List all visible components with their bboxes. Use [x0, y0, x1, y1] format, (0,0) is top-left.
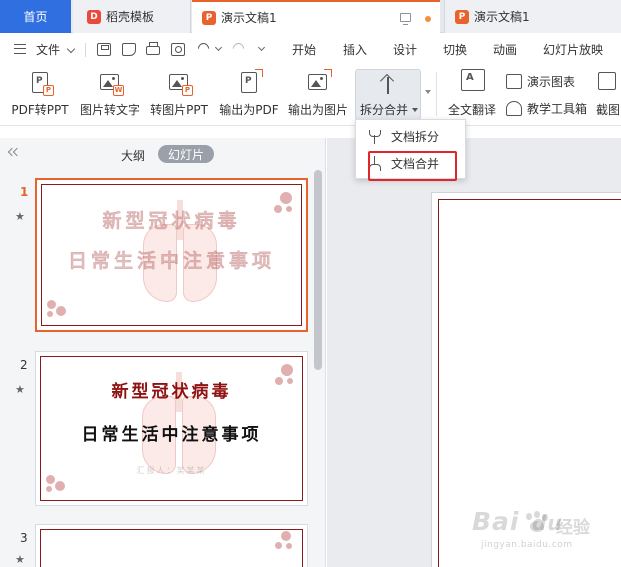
menu-file[interactable]: 文件: [36, 41, 60, 58]
export-image-button[interactable]: 输出为图片: [287, 68, 349, 122]
star-icon: ★: [15, 210, 25, 223]
tab-home-label: 首页: [23, 10, 48, 24]
slide-thumbnail-3[interactable]: [35, 524, 308, 567]
export-pdf-button[interactable]: P 输出为PDF: [218, 68, 280, 122]
slide-number: 2: [20, 358, 28, 372]
watermark-brand: Bai: [472, 507, 520, 536]
pdf-to-ppt-label: PDF转PPT: [11, 103, 69, 117]
chart-icon: [506, 74, 522, 89]
thumbnail-scrollbar[interactable]: [314, 170, 322, 370]
show-chart-button[interactable]: 演示图表: [506, 73, 575, 90]
menu-animation[interactable]: 动画: [493, 41, 517, 58]
unsaved-indicator-icon: [425, 16, 431, 22]
tab-active-document[interactable]: P 演示文稿1: [192, 0, 440, 33]
star-icon: ★: [15, 553, 25, 566]
menu-home[interactable]: 开始: [292, 41, 316, 58]
docer-logo-icon: D: [87, 9, 101, 24]
divider: [436, 72, 437, 116]
slide-number: 1: [20, 185, 29, 199]
menu-insert[interactable]: 插入: [343, 41, 367, 58]
to-image-ppt-label: 转图片PPT: [150, 103, 208, 117]
tab-docer-templates[interactable]: D 稻壳模板: [73, 0, 191, 33]
export-icon[interactable]: [122, 43, 136, 56]
to-image-ppt-icon: P: [167, 71, 193, 96]
virus-icon: [45, 298, 67, 322]
slide-title: 新型冠状病毒: [102, 210, 241, 232]
to-image-ppt-button[interactable]: P 转图片PPT: [149, 68, 209, 122]
highlight-annotation-box: [368, 151, 457, 181]
teaching-tools-label: 教学工具箱: [527, 102, 588, 116]
ribbon-more-icon[interactable]: [425, 90, 431, 94]
divider: [85, 43, 86, 57]
pdf-to-ppt-icon: P P: [28, 71, 54, 96]
screenshot-icon[interactable]: [598, 72, 616, 90]
pdf-to-ppt-button[interactable]: P P PDF转PPT: [11, 68, 69, 122]
slide-edit-area[interactable]: [327, 138, 621, 567]
redo-icon[interactable]: [230, 40, 247, 57]
star-icon: ★: [15, 383, 25, 396]
slide-title: 新型冠状病毒: [111, 382, 232, 402]
tab-other-document[interactable]: P 演示文稿1: [444, 0, 621, 33]
slide-thumbnail-2[interactable]: 新型冠状病毒 日常生活中注意事项 汇报人：某某某: [35, 351, 308, 506]
export-image-label: 输出为图片: [287, 103, 348, 117]
chevron-down-icon[interactable]: [66, 44, 76, 54]
print-icon[interactable]: [146, 42, 160, 55]
split-merge-icon: [378, 73, 398, 95]
baidu-jingyan-watermark: Bai du 经验 jingyan.baidu.com: [472, 507, 612, 557]
watermark-cn: 经验: [556, 518, 590, 538]
image-to-text-label: 图片转文字: [79, 103, 140, 117]
save-icon[interactable]: [97, 43, 111, 56]
tab-bar: 首页 D 稻壳模板 P 演示文稿1 P 演示文稿1: [0, 0, 621, 33]
tab-home[interactable]: 首页: [0, 0, 71, 33]
menu-slideshow[interactable]: 幻灯片放映: [543, 41, 603, 58]
slide-number: 3: [20, 531, 28, 545]
collapse-panel-icon[interactable]: [7, 148, 21, 158]
export-image-icon: [306, 69, 332, 95]
chevron-down-icon[interactable]: [214, 43, 223, 52]
split-merge-label: 拆分合并: [360, 103, 409, 117]
tab-outline[interactable]: 大纲: [121, 147, 145, 164]
customize-toolbar-icon[interactable]: [257, 43, 266, 52]
show-chart-label: 演示图表: [527, 75, 576, 89]
teaching-tools-button[interactable]: 教学工具箱: [506, 100, 587, 117]
translate-icon[interactable]: A: [461, 69, 485, 91]
split-icon: [368, 129, 382, 144]
slide-subtitle: 日常生活中注意事项: [81, 425, 262, 445]
watermark-url: jingyan.baidu.com: [481, 540, 573, 550]
image-to-text-button[interactable]: W 图片转文字: [79, 68, 141, 122]
undo-icon[interactable]: [195, 40, 212, 57]
slide-subtitle: 日常生活中注意事项: [67, 250, 275, 272]
teaching-tools-icon: [506, 101, 522, 116]
ribbon-toolbar: P P PDF转PPT W 图片转文字 P 转图片PPT P 输出为PDF 输出…: [0, 64, 621, 126]
export-pdf-label: 输出为PDF: [219, 103, 279, 117]
slide-thumbnail-panel: 大纲 幻灯片 1 ★ 新型冠状病毒 日常生活中注意事项 2 ★ 新型冠状病毒 日…: [0, 138, 326, 567]
slide-thumbnail-1[interactable]: 新型冠状病毒 日常生活中注意事项: [35, 178, 308, 332]
print-preview-icon[interactable]: [171, 43, 185, 56]
monitor-icon[interactable]: [400, 13, 411, 25]
slide-frame: [40, 529, 303, 567]
screenshot-button[interactable]: 截图: [596, 101, 620, 118]
image-to-text-icon: W: [98, 71, 124, 96]
document-split-label: 文档拆分: [391, 129, 440, 144]
tab-slides[interactable]: 幻灯片: [158, 145, 214, 163]
virus-icon: [44, 473, 66, 497]
full-translate-button[interactable]: 全文翻译: [448, 101, 496, 118]
split-merge-button[interactable]: 拆分合并: [355, 69, 421, 120]
tab-other-label: 演示文稿1: [474, 10, 530, 24]
tab-docer-label: 稻壳模板: [106, 10, 155, 24]
hamburger-menu-icon[interactable]: [14, 44, 26, 54]
menu-item-document-split[interactable]: 文档拆分: [356, 123, 465, 149]
presentation-logo-icon: P: [455, 9, 469, 24]
presentation-logo-icon: P: [202, 10, 216, 25]
menu-design[interactable]: 设计: [393, 41, 417, 58]
menu-transition[interactable]: 切换: [443, 41, 467, 58]
tab-active-label: 演示文稿1: [221, 11, 277, 25]
caret-down-icon: [412, 108, 418, 112]
menu-bar: 文件 开始 插入 设计 切换 动画 幻灯片放映: [0, 34, 621, 64]
slide-presenter: 汇报人：某某某: [136, 466, 207, 475]
virus-icon: [275, 531, 297, 555]
export-pdf-icon: P: [237, 69, 263, 95]
